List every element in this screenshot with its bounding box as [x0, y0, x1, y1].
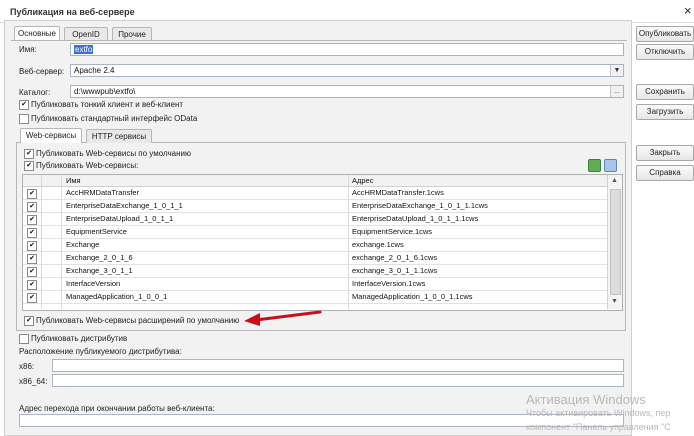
row-address: exchange_2_0_1_6.1cws — [352, 253, 438, 262]
watermark-line: Чтобы активировать Windows, пер — [526, 408, 671, 418]
tab-web-services[interactable]: Web-сервисы — [20, 128, 82, 143]
scroll-down-icon[interactable]: ▼ — [611, 298, 618, 305]
row-checkbox[interactable]: ✔ — [27, 267, 37, 277]
row-checkbox[interactable]: ✔ — [27, 241, 37, 251]
column-address-header[interactable]: Адрес — [352, 176, 373, 185]
scroll-up-icon[interactable]: ▲ — [611, 177, 618, 184]
table-row[interactable]: ✔ Exchange exchange.1cws — [23, 239, 607, 252]
table-row[interactable]: ✔ Exchange_3_0_1_1 exchange_3_0_1_1.1cws — [23, 265, 607, 278]
row-name: Exchange_3_0_1_1 — [66, 266, 133, 275]
row-checkbox[interactable]: ✔ — [27, 215, 37, 225]
disable-button[interactable]: Отключить — [636, 44, 694, 60]
table-header: Имя Адрес — [23, 175, 607, 187]
x86-field[interactable] — [52, 359, 624, 372]
row-address: InterfaceVersion.1cws — [352, 279, 426, 288]
row-checkbox[interactable]: ✔ — [27, 293, 37, 303]
server-select[interactable]: Apache 2.4 ▼ — [70, 64, 624, 77]
name-value: extfo — [74, 45, 94, 54]
row-address: EquipmentService.1cws — [352, 227, 433, 236]
help-button[interactable]: Справка — [636, 165, 694, 181]
publish-thin-label: Публиковать тонкий клиент и веб-клиент — [31, 100, 184, 109]
table-row[interactable]: ✔ Exchange_2_0_1_6 exchange_2_0_1_6.1cws — [23, 252, 607, 265]
scroll-thumb[interactable] — [610, 189, 621, 295]
watermark-line: компонент "Панель управления "С — [526, 422, 671, 432]
server-value: Apache 2.4 — [74, 66, 115, 75]
table-row[interactable]: ✔ AccHRMDataTransfer AccHRMDataTransfer.… — [23, 187, 607, 200]
web-services-table: Имя Адрес ✔ AccHRMDataTransfer AccHRMDat… — [22, 174, 623, 311]
table-scrollbar[interactable]: ▲ ▼ — [607, 175, 622, 309]
row-name: InterfaceVersion — [66, 279, 121, 288]
name-field[interactable]: extfo — [70, 43, 624, 56]
check-all-icon[interactable] — [588, 159, 601, 172]
publish-button[interactable]: Опубликовать — [636, 26, 694, 42]
chevron-down-icon[interactable]: ▼ — [610, 65, 623, 76]
row-checkbox[interactable]: ✔ — [27, 228, 37, 238]
x64-label: x86_64: — [19, 377, 48, 386]
publish-odata-checkbox[interactable] — [19, 114, 29, 124]
row-name: Exchange — [66, 240, 100, 249]
table-row[interactable]: ✔ InterfaceVersion InterfaceVersion.1cws — [23, 278, 607, 291]
tab-http-services[interactable]: HTTP сервисы — [86, 129, 152, 143]
row-address: exchange.1cws — [352, 240, 404, 249]
catalog-field[interactable]: d:\wwwpub\extfo\ ... — [70, 85, 624, 98]
name-label: Имя: — [19, 45, 37, 54]
ws-publish-checkbox[interactable]: ✔ — [24, 161, 34, 171]
row-address: EnterpriseDataExchange_1_0_1_1.1cws — [352, 201, 488, 210]
row-name: AccHRMDataTransfer — [66, 188, 140, 197]
publish-distrib-label: Публиковать дистрибутив — [31, 334, 128, 343]
ws-publish-label: Публиковать Web-сервисы: — [36, 161, 139, 170]
row-checkbox[interactable]: ✔ — [27, 280, 37, 290]
red-arrow-icon — [244, 310, 322, 326]
catalog-label: Каталог: — [19, 88, 51, 97]
tab-other[interactable]: Прочие — [112, 27, 152, 41]
row-name: EnterpriseDataExchange_1_0_1_1 — [66, 201, 183, 210]
x64-field[interactable] — [52, 374, 624, 387]
ws-extensions-checkbox[interactable]: ✔ — [24, 316, 34, 326]
column-name-header[interactable]: Имя — [66, 176, 81, 185]
publish-distrib-checkbox[interactable] — [19, 334, 29, 344]
redirect-label: Адрес перехода при окончании работы веб-… — [19, 404, 215, 413]
uncheck-all-icon[interactable] — [604, 159, 617, 172]
publish-thin-checkbox[interactable]: ✔ — [19, 100, 29, 110]
table-row[interactable]: ✔ EquipmentService EquipmentService.1cws — [23, 226, 607, 239]
distrib-location-label: Расположение публикуемого дистрибутива: — [19, 347, 182, 356]
ws-extensions-label: Публиковать Web-сервисы расширений по ум… — [36, 316, 240, 325]
row-address: EnterpriseDataUpload_1_0_1_1.1cws — [352, 214, 479, 223]
tab-main[interactable]: Основные — [14, 26, 60, 41]
watermark-title: Активация Windows — [526, 392, 646, 407]
catalog-value: d:\wwwpub\extfo\ — [74, 87, 136, 96]
row-checkbox[interactable]: ✔ — [27, 189, 37, 199]
close-button[interactable]: Закрыть — [636, 145, 694, 161]
row-checkbox[interactable]: ✔ — [27, 254, 37, 264]
row-address: ManagedApplication_1_0_0_1.1cws — [352, 292, 473, 301]
x86-label: x86: — [19, 362, 35, 371]
table-row[interactable]: ✔ EnterpriseDataExchange_1_0_1_1 Enterpr… — [23, 200, 607, 213]
ws-default-checkbox[interactable]: ✔ — [24, 149, 34, 159]
load-button[interactable]: Загрузить — [636, 104, 694, 120]
table-row[interactable]: ✔ ManagedApplication_1_0_0_1 ManagedAppl… — [23, 291, 607, 304]
publish-odata-label: Публиковать стандартный интерфейс OData — [31, 114, 198, 123]
row-name: ManagedApplication_1_0_0_1 — [66, 292, 168, 301]
row-checkbox[interactable]: ✔ — [27, 202, 37, 212]
row-address: exchange_3_0_1_1.1cws — [352, 266, 438, 275]
save-button[interactable]: Сохранить — [636, 84, 694, 100]
browse-button[interactable]: ... — [610, 86, 623, 97]
row-name: EquipmentService — [66, 227, 127, 236]
window-title: Публикация на веб-сервере — [10, 7, 135, 17]
tab-divider — [11, 40, 627, 41]
server-label: Веб-сервер: — [19, 67, 65, 76]
table-row[interactable]: ✔ EnterpriseDataUpload_1_0_1_1 Enterpris… — [23, 213, 607, 226]
close-icon[interactable]: × — [684, 4, 692, 17]
row-address: AccHRMDataTransfer.1cws — [352, 188, 444, 197]
row-name: Exchange_2_0_1_6 — [66, 253, 133, 262]
row-name: EnterpriseDataUpload_1_0_1_1 — [66, 214, 174, 223]
ws-default-label: Публиковать Web-сервисы по умолчанию — [36, 149, 191, 158]
tab-openid[interactable]: OpenID — [64, 27, 108, 41]
